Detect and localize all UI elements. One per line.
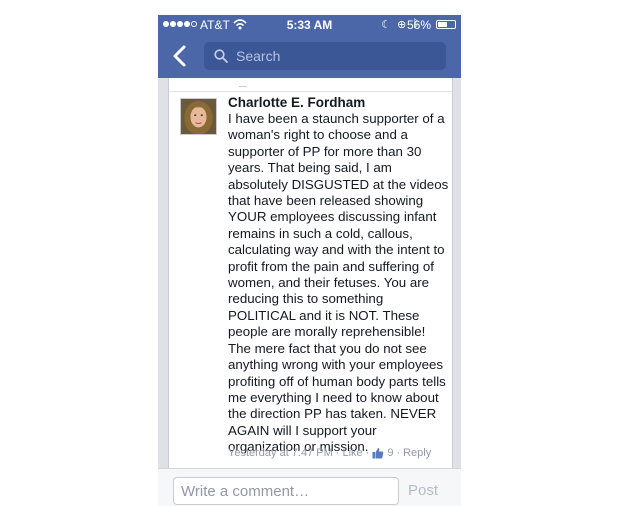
phone-screen: AT&T 5:33 AM ☾ ⊕ ᛒ 56% Search Charlotte … [158, 15, 461, 506]
feed-area: Charlotte E. Fordham I have been a staun… [158, 78, 461, 468]
search-icon [214, 49, 228, 63]
thumbs-up-icon [372, 448, 384, 459]
search-bar[interactable] [204, 42, 446, 70]
card-divider [169, 78, 452, 92]
do-not-disturb-icon: ☾ [381, 19, 392, 31]
status-bar: AT&T 5:33 AM ☾ ⊕ ᛒ 56% [158, 15, 461, 35]
battery-icon [436, 20, 456, 29]
meta-separator: · [335, 447, 340, 459]
comment-timestamp[interactable]: Yesterday at 7:47 PM [228, 447, 333, 459]
comment-card: Charlotte E. Fordham I have been a staun… [168, 78, 453, 468]
comment-text: I have been a staunch supporter of a wom… [228, 111, 449, 455]
comment-author-name[interactable]: Charlotte E. Fordham [228, 95, 365, 110]
comment-input[interactable] [173, 477, 399, 505]
like-count[interactable]: 9 [387, 447, 393, 459]
orientation-lock-icon: ⊕ [397, 19, 407, 31]
battery-percent: 56% [406, 18, 431, 32]
back-chevron-icon[interactable] [170, 44, 190, 68]
post-button[interactable]: Post [408, 482, 438, 499]
comment-meta: Yesterday at 7:47 PM · Like · 9 · Reply [228, 447, 431, 459]
navigation-bar [158, 35, 461, 78]
avatar[interactable] [180, 98, 217, 135]
like-button[interactable]: Like [342, 447, 362, 459]
comment-composer: Post [158, 468, 461, 506]
battery-fill [438, 22, 447, 27]
meta-separator: · [396, 447, 401, 459]
reply-button[interactable]: Reply [403, 447, 431, 459]
search-input[interactable] [234, 47, 438, 65]
meta-separator: · [365, 447, 370, 459]
